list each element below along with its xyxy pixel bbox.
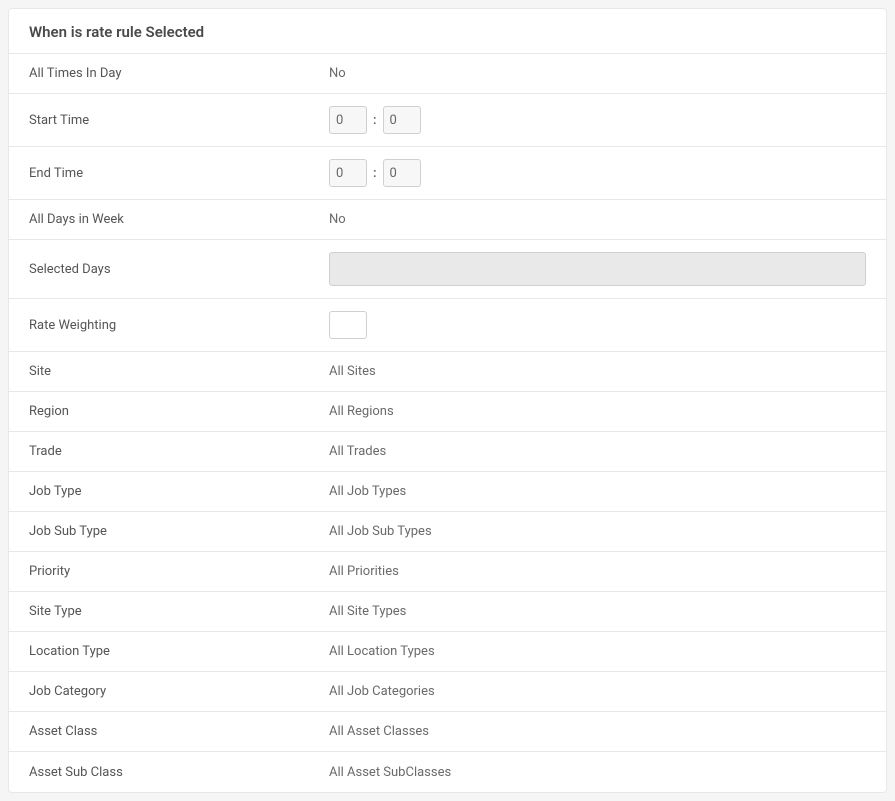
- row-end-time: End Time :: [9, 147, 886, 200]
- label-location-type: Location Type: [29, 644, 329, 659]
- row-priority: Priority All Priorities: [9, 552, 886, 592]
- time-separator: :: [373, 166, 377, 181]
- value-end-time: :: [329, 159, 866, 187]
- value-asset-sub-class: All Asset SubClasses: [329, 765, 866, 780]
- value-trade: All Trades: [329, 444, 866, 459]
- row-trade: Trade All Trades: [9, 432, 886, 472]
- start-time-minute-input[interactable]: [383, 106, 421, 134]
- row-start-time: Start Time :: [9, 94, 886, 147]
- value-all-days-in-week: No: [329, 212, 866, 227]
- value-job-sub-type: All Job Sub Types: [329, 524, 866, 539]
- value-job-type: All Job Types: [329, 484, 866, 499]
- rate-rule-panel: When is rate rule Selected All Times In …: [8, 8, 887, 793]
- value-priority: All Priorities: [329, 564, 866, 579]
- panel-title: When is rate rule Selected: [29, 23, 866, 41]
- value-site-type: All Site Types: [329, 604, 866, 619]
- value-job-category: All Job Categories: [329, 684, 866, 699]
- label-job-sub-type: Job Sub Type: [29, 524, 329, 539]
- label-start-time: Start Time: [29, 113, 329, 128]
- label-end-time: End Time: [29, 166, 329, 181]
- label-job-category: Job Category: [29, 684, 329, 699]
- value-region: All Regions: [329, 404, 866, 419]
- label-all-times-in-day: All Times In Day: [29, 66, 329, 81]
- row-region: Region All Regions: [9, 392, 886, 432]
- label-asset-class: Asset Class: [29, 724, 329, 739]
- value-asset-class: All Asset Classes: [329, 724, 866, 739]
- row-all-days-in-week: All Days in Week No: [9, 200, 886, 240]
- value-rate-weighting: [329, 311, 866, 339]
- time-separator: :: [373, 113, 377, 128]
- end-time-hour-input[interactable]: [329, 159, 367, 187]
- selected-days-input[interactable]: [329, 252, 866, 286]
- label-site: Site: [29, 364, 329, 379]
- value-selected-days: [329, 252, 866, 286]
- row-selected-days: Selected Days: [9, 240, 886, 299]
- row-asset-class: Asset Class All Asset Classes: [9, 712, 886, 752]
- value-site: All Sites: [329, 364, 866, 379]
- row-job-sub-type: Job Sub Type All Job Sub Types: [9, 512, 886, 552]
- row-location-type: Location Type All Location Types: [9, 632, 886, 672]
- end-time-minute-input[interactable]: [383, 159, 421, 187]
- row-job-category: Job Category All Job Categories: [9, 672, 886, 712]
- row-asset-sub-class: Asset Sub Class All Asset SubClasses: [9, 752, 886, 792]
- label-job-type: Job Type: [29, 484, 329, 499]
- row-rate-weighting: Rate Weighting: [9, 299, 886, 352]
- row-all-times-in-day: All Times In Day No: [9, 54, 886, 94]
- label-all-days-in-week: All Days in Week: [29, 212, 329, 227]
- row-site-type: Site Type All Site Types: [9, 592, 886, 632]
- row-site: Site All Sites: [9, 352, 886, 392]
- label-trade: Trade: [29, 444, 329, 459]
- value-all-times-in-day: No: [329, 66, 866, 81]
- start-time-hour-input[interactable]: [329, 106, 367, 134]
- row-job-type: Job Type All Job Types: [9, 472, 886, 512]
- rate-weighting-input[interactable]: [329, 311, 367, 339]
- label-priority: Priority: [29, 564, 329, 579]
- label-region: Region: [29, 404, 329, 419]
- value-start-time: :: [329, 106, 866, 134]
- value-location-type: All Location Types: [329, 644, 866, 659]
- label-site-type: Site Type: [29, 604, 329, 619]
- label-asset-sub-class: Asset Sub Class: [29, 765, 329, 780]
- label-selected-days: Selected Days: [29, 262, 329, 277]
- panel-header: When is rate rule Selected: [9, 9, 886, 54]
- label-rate-weighting: Rate Weighting: [29, 318, 329, 333]
